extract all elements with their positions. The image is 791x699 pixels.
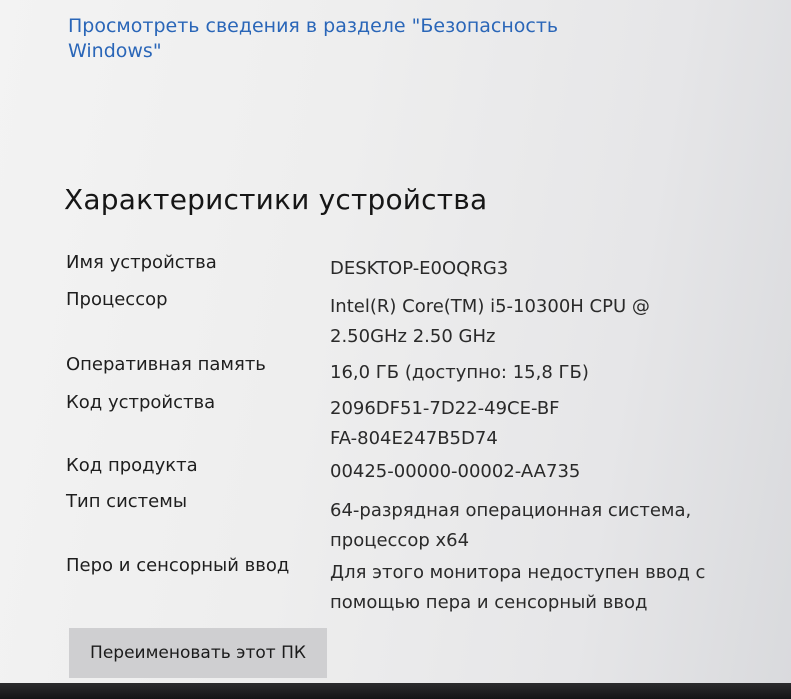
device-name-label: Имя устройства	[66, 252, 217, 273]
processor-label: Процессор	[66, 289, 168, 310]
screen-bezel	[0, 683, 791, 699]
device-id-value: 2096DF51-7D22-49CE-BFFA-804E247B5D74	[330, 398, 560, 449]
system-type-label: Тип системы	[66, 491, 188, 512]
ram-label: Оперативная память	[66, 354, 266, 375]
ram-value: 16,0 ГБ (доступно: 15,8 ГБ)	[330, 362, 589, 383]
pen-touch-label: Перо и сенсорный ввод	[66, 555, 290, 576]
processor-value: Intel(R) Core(TM) i5-10300H CPU @ 2.50GH…	[330, 296, 650, 347]
rename-pc-button[interactable]: Переименовать этот ПК	[69, 628, 327, 678]
pen-touch-value: Для этого монитора недоступен ввод с пом…	[330, 562, 706, 613]
device-id-label: Код устройства	[66, 392, 216, 413]
product-id-label: Код продукта	[66, 455, 198, 476]
product-id-value: 00425-00000-00002-AA735	[330, 461, 581, 482]
system-type-value: 64-разрядная операционная система, проце…	[330, 500, 692, 551]
windows-security-link[interactable]: Просмотреть сведения в разделе "Безопасн…	[68, 14, 588, 64]
device-specifications-title: Характеристики устройства	[64, 183, 488, 216]
device-name-value: DESKTOP-E0OQRG3	[330, 258, 509, 279]
